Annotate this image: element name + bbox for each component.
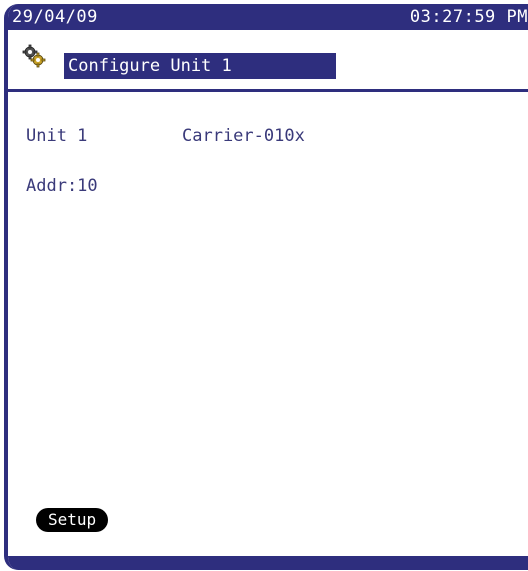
title-row: Configure Unit 1 — [8, 30, 528, 92]
setup-button[interactable]: Setup — [36, 508, 109, 532]
bottom-bar — [8, 556, 528, 570]
unit-address: Addr:10 — [26, 176, 98, 196]
unit-name: Carrier-010x — [182, 126, 305, 146]
page-title: Configure Unit 1 — [64, 53, 336, 79]
status-date: 29/04/09 — [12, 7, 98, 27]
screen-frame: 29/04/09 03:27:59 PM Configure Unit 1 Un… — [4, 4, 528, 570]
status-bar: 29/04/09 03:27:59 PM — [8, 4, 528, 30]
status-time: 03:27:59 PM — [409, 7, 528, 27]
unit-label: Unit 1 — [26, 126, 88, 146]
gear-icon — [22, 44, 46, 68]
device-screen: 29/04/09 03:27:59 PM Configure Unit 1 Un… — [0, 0, 528, 571]
